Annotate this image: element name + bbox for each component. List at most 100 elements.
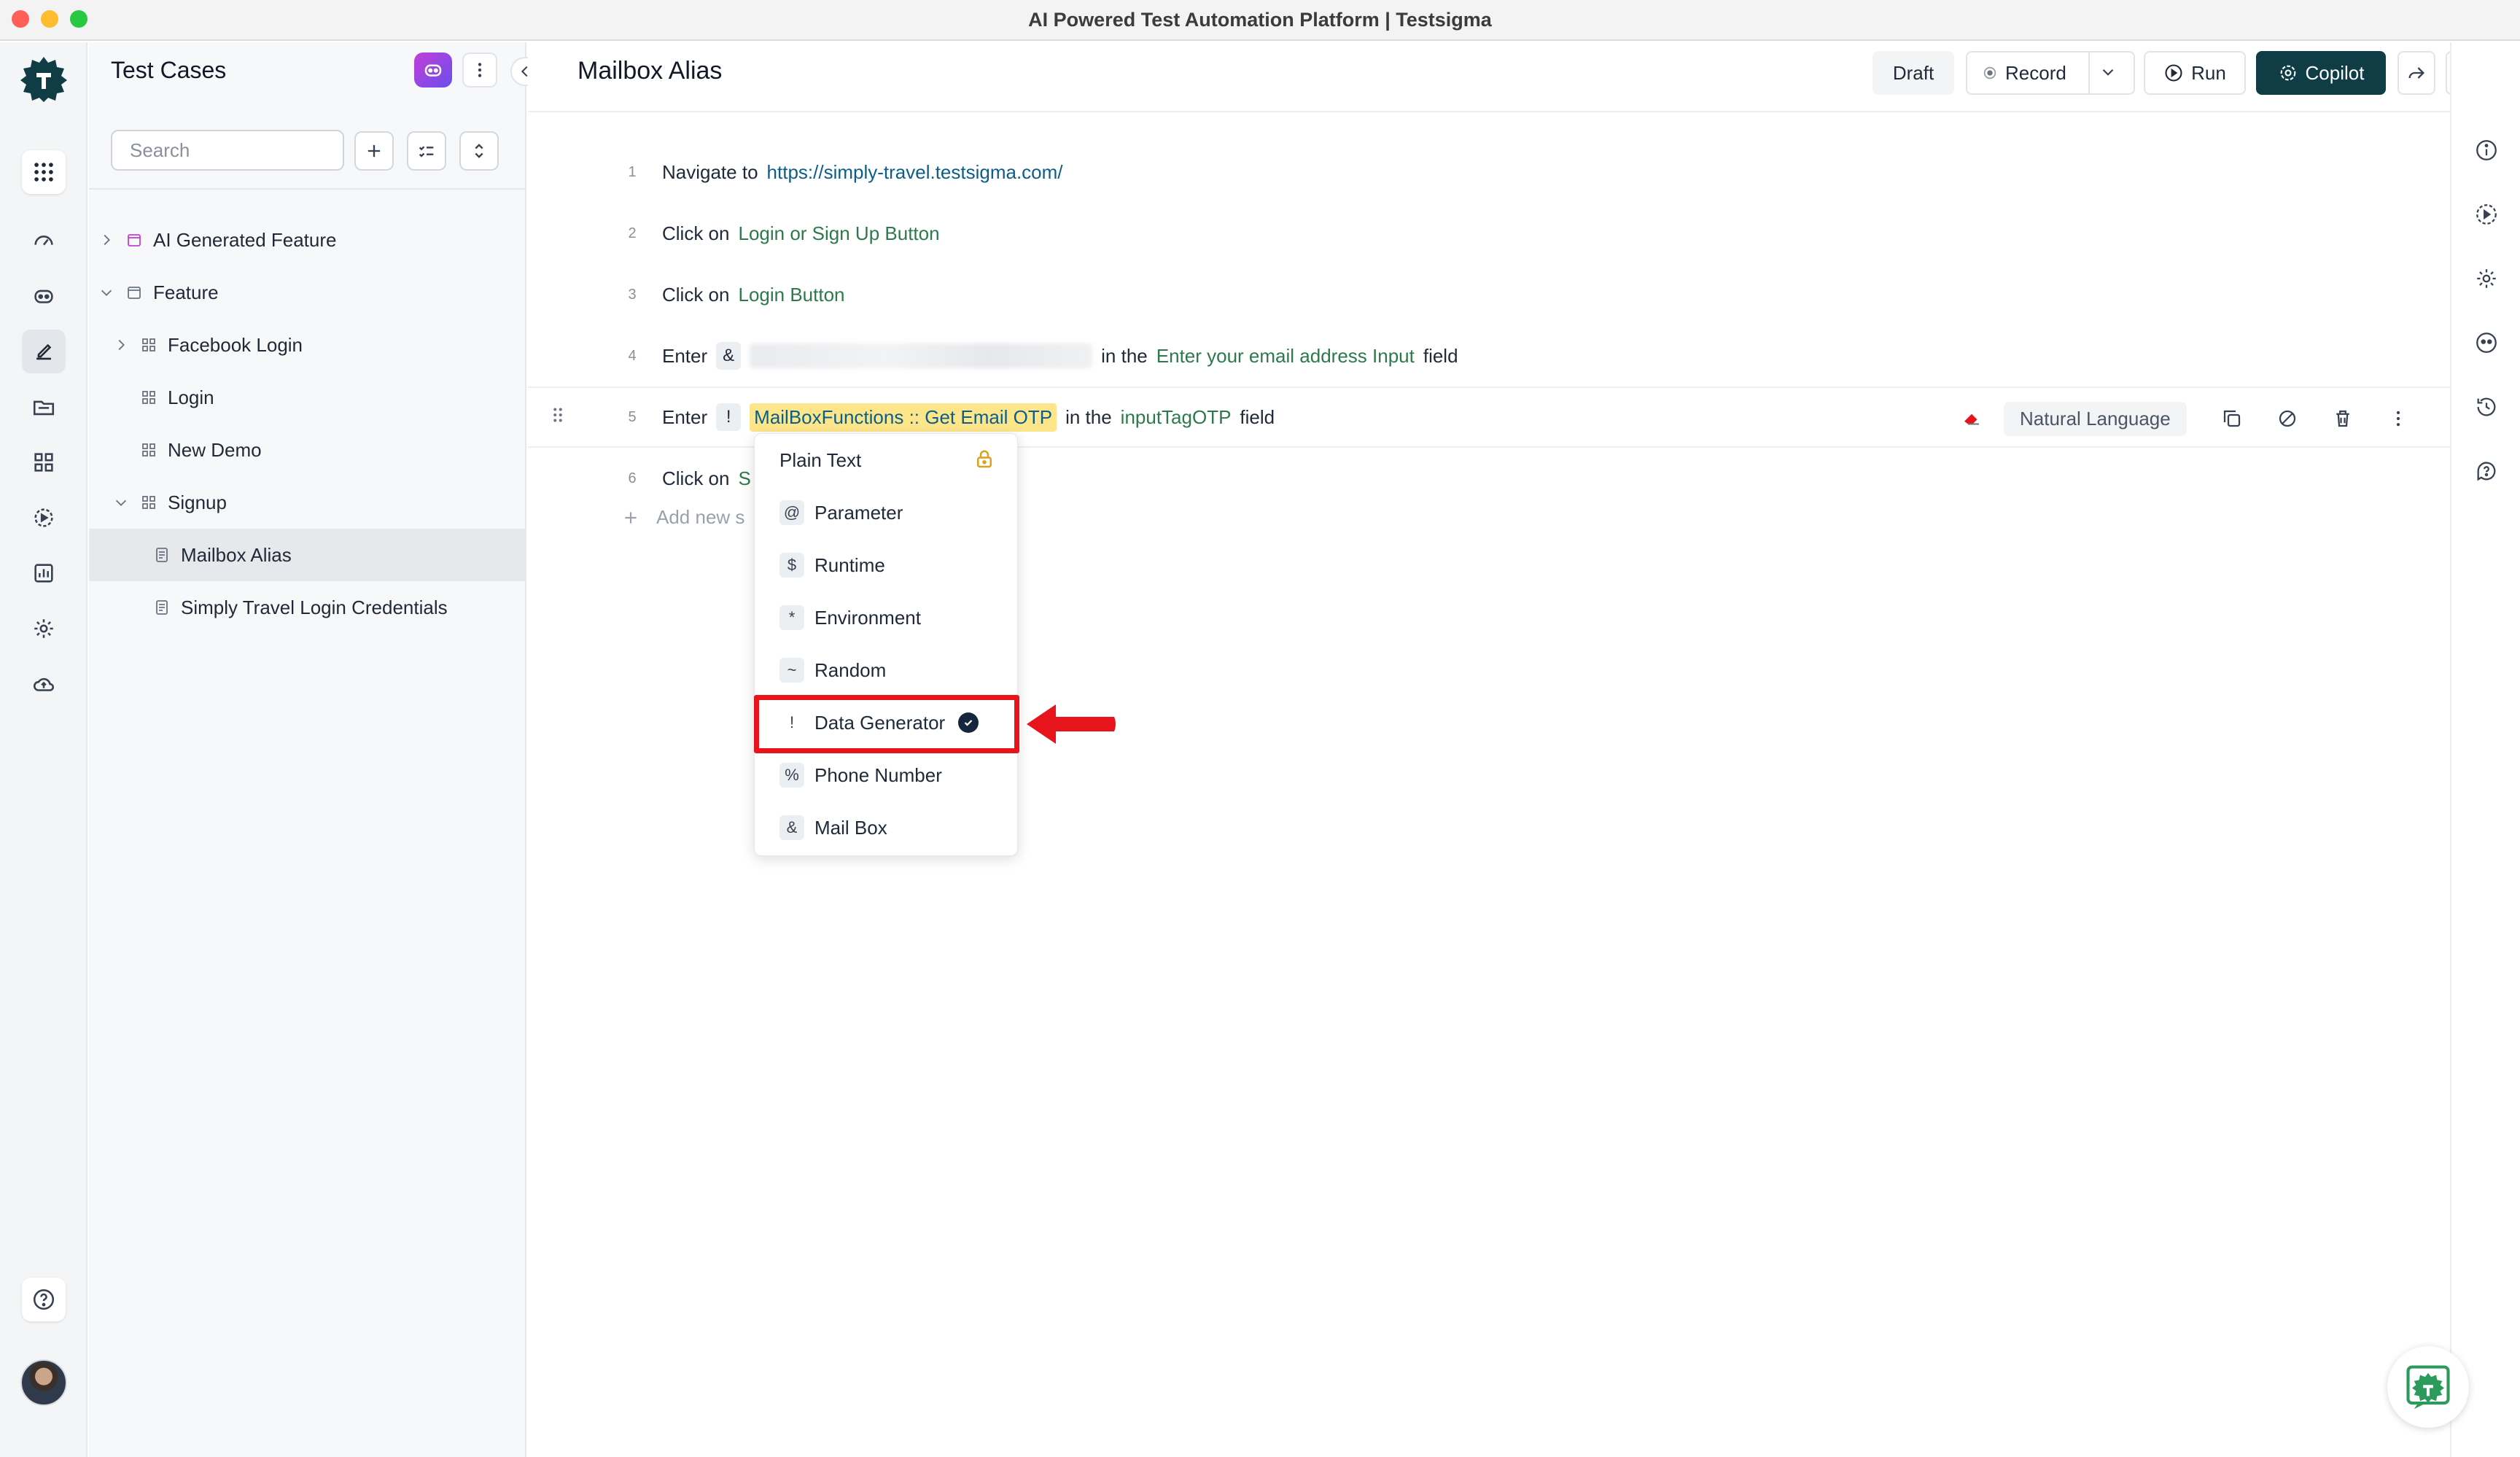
record-dropdown-chevron-icon[interactable]	[2099, 63, 2118, 87]
filter-checklist-button[interactable]	[407, 131, 446, 171]
step-element[interactable]: Enter your email address Input	[1156, 345, 1415, 368]
dashboard-gauge-icon[interactable]	[22, 219, 66, 263]
run-label: Run	[2191, 61, 2226, 84]
dropdown-item-label: Phone Number	[814, 764, 942, 786]
blurred-email-value[interactable]	[750, 343, 1093, 368]
draft-status-button[interactable]: Draft	[1872, 51, 1954, 95]
tree-node-ai-generated-feature[interactable]: AI Generated Feature	[89, 214, 526, 266]
settings-gear-icon[interactable]	[22, 607, 66, 650]
apps-grid-icon[interactable]	[22, 150, 66, 194]
data-generator-value[interactable]: MailBoxFunctions :: Get Email OTP	[750, 403, 1057, 432]
data-type-chip[interactable]: &	[716, 342, 742, 370]
tree-node-new-demo[interactable]: New Demo	[89, 424, 526, 476]
step-number: 5	[628, 408, 637, 425]
chevron-right-icon[interactable]	[96, 230, 117, 250]
folder-icon[interactable]	[22, 385, 66, 429]
scenario-grid-icon	[139, 335, 159, 355]
run-history-play-icon[interactable]	[2473, 201, 2500, 228]
sort-button[interactable]	[459, 131, 499, 171]
data-type-chip[interactable]: !	[716, 403, 742, 431]
step-element[interactable]: Login or Sign Up Button	[738, 222, 939, 245]
record-button[interactable]: Record	[1966, 51, 2135, 95]
step-tail-text: field	[1423, 344, 1458, 367]
share-button[interactable]	[2398, 51, 2435, 95]
parameter-symbol-icon: @	[779, 500, 804, 525]
dropdown-item-mail-box[interactable]: & Mail Box	[755, 801, 1019, 854]
kebab-icon	[478, 63, 482, 77]
tree-node-label: AI Generated Feature	[153, 228, 337, 251]
disable-step-icon[interactable]	[2273, 404, 2302, 433]
drag-handle-icon[interactable]	[547, 404, 569, 431]
add-new-step-row[interactable]: Add new s	[621, 506, 744, 529]
chevron-right-icon[interactable]	[111, 335, 131, 355]
step-number: 6	[628, 470, 637, 486]
step-url-value[interactable]: https://simply-travel.testsigma.com/	[767, 161, 1063, 184]
chevron-down-icon[interactable]	[111, 492, 131, 513]
dropdown-item-random[interactable]: ~ Random	[755, 644, 1019, 696]
test-step-1[interactable]: 1 Navigate to https://simply-travel.test…	[528, 141, 2450, 203]
tree-node-signup[interactable]: Signup	[89, 476, 526, 529]
cloud-upload-icon[interactable]	[22, 662, 66, 706]
panel-more-options-button[interactable]	[462, 53, 497, 88]
ai-assistant-button[interactable]	[414, 53, 452, 88]
step-element[interactable]: S	[738, 467, 750, 490]
info-icon[interactable]	[2473, 137, 2500, 163]
environment-symbol-icon: *	[779, 605, 804, 630]
eraser-icon[interactable]	[1957, 404, 1986, 433]
tree-node-simply-travel-login-credentials[interactable]: Simply Travel Login Credentials	[89, 581, 526, 634]
natural-language-mode-button[interactable]: Natural Language	[2004, 401, 2187, 436]
test-cases-edit-icon[interactable]	[22, 330, 66, 373]
record-dot-icon	[1983, 66, 1996, 79]
user-avatar[interactable]	[20, 1359, 67, 1406]
add-test-case-button[interactable]	[354, 131, 394, 171]
zoom-window-button[interactable]	[70, 10, 88, 28]
chevron-down-icon[interactable]	[96, 282, 117, 303]
tree-node-feature[interactable]: Feature	[89, 266, 526, 319]
help-chat-icon[interactable]	[2473, 458, 2500, 484]
run-button[interactable]: Run	[2144, 51, 2246, 95]
tree-node-label: Login	[168, 386, 214, 408]
close-window-button[interactable]	[12, 10, 29, 28]
dropdown-item-label: Parameter	[814, 501, 903, 524]
testsigma-logo-icon[interactable]	[19, 54, 69, 104]
test-step-3[interactable]: 3 Click on Login Button	[528, 264, 2450, 325]
scenario-grid-icon	[139, 387, 159, 408]
draft-label: Draft	[1892, 61, 1934, 84]
step-element[interactable]: Login Button	[738, 284, 844, 306]
test-step-2[interactable]: 2 Click on Login or Sign Up Button	[528, 203, 2450, 264]
step-action-text: Click on	[662, 467, 730, 489]
minimize-window-button[interactable]	[41, 10, 58, 28]
ai-agent-icon[interactable]	[22, 274, 66, 318]
settings-gear-icon[interactable]	[2473, 265, 2500, 292]
dropdown-item-parameter[interactable]: @ Parameter	[755, 486, 1019, 539]
dropdown-item-phone-number[interactable]: % Phone Number	[755, 749, 1019, 801]
test-case-doc-icon	[152, 545, 172, 565]
step-more-options-icon[interactable]	[2384, 404, 2413, 433]
tree-node-login[interactable]: Login	[89, 371, 526, 424]
ai-agent-icon[interactable]	[2473, 330, 2500, 356]
dropdown-item-plain-text[interactable]: Plain Text	[779, 434, 1013, 486]
dropdown-item-runtime[interactable]: $ Runtime	[755, 539, 1019, 591]
support-chat-button[interactable]	[2387, 1346, 2469, 1428]
delete-step-icon[interactable]	[2328, 404, 2357, 433]
dropdown-item-label: Runtime	[814, 553, 885, 576]
components-icon[interactable]	[22, 440, 66, 484]
run-results-icon[interactable]	[22, 496, 66, 540]
copy-step-icon[interactable]	[2217, 404, 2247, 433]
step-tail-text: field	[1240, 405, 1275, 428]
test-step-4[interactable]: 4 Enter & in the Enter your email addres…	[528, 325, 2450, 386]
tree-node-label: Simply Travel Login Credentials	[181, 596, 448, 618]
plus-icon	[625, 511, 637, 524]
step-element[interactable]: inputTagOTP	[1121, 406, 1232, 429]
tree-node-facebook-login[interactable]: Facebook Login	[89, 319, 526, 371]
copilot-button[interactable]: Copilot	[2256, 51, 2386, 95]
tree-node-mailbox-alias[interactable]: Mailbox Alias	[89, 529, 526, 581]
scenario-grid-icon	[139, 440, 159, 460]
window-controls	[12, 10, 88, 28]
dropdown-item-environment[interactable]: * Environment	[755, 591, 1019, 644]
help-icon[interactable]	[22, 1278, 66, 1321]
right-tool-rail	[2450, 42, 2520, 1457]
search-input[interactable]	[111, 130, 344, 171]
reports-chart-icon[interactable]	[22, 551, 66, 595]
history-icon[interactable]	[2473, 394, 2500, 420]
